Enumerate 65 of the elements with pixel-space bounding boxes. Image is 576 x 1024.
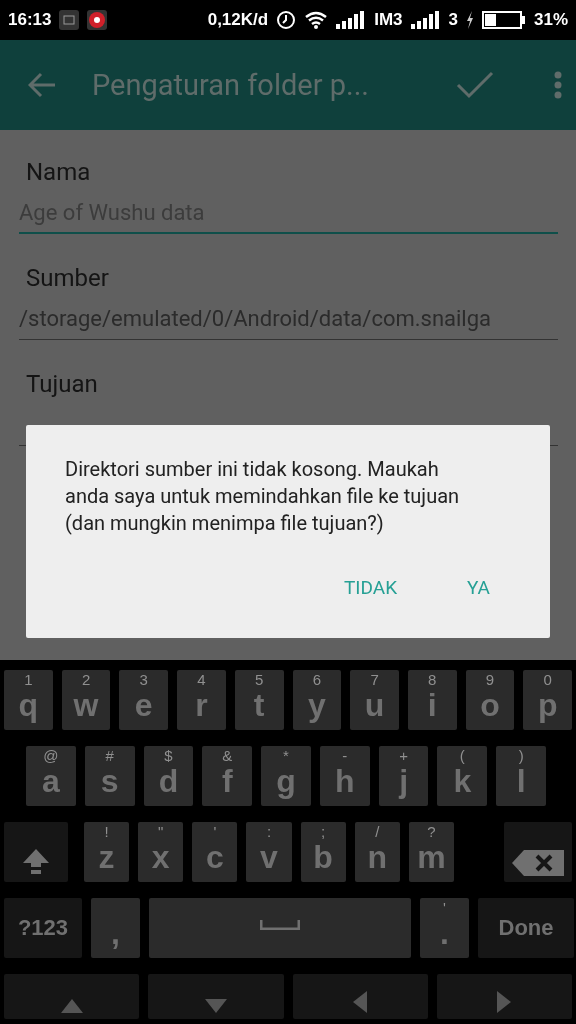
keyboard-key[interactable]: 7 u: [350, 670, 399, 730]
carrier-name: IM3: [374, 10, 403, 30]
keyboard-key[interactable]: ; b: [300, 822, 346, 882]
keyboard-key[interactable]: 3 e: [119, 670, 169, 730]
keyboard-key[interactable]: 2 w: [61, 670, 111, 730]
signal-icon: [410, 11, 441, 29]
keyboard-key[interactable]: [4, 822, 68, 882]
keyboard-key[interactable]: [148, 974, 284, 1019]
clock-time: 16:13: [8, 10, 52, 30]
keyboard-key[interactable]: ? m: [408, 822, 454, 882]
more-options-icon[interactable]: [554, 71, 562, 99]
checkmark-icon[interactable]: [456, 71, 494, 99]
keyboard-key[interactable]: ) l: [496, 746, 547, 806]
field-label: Tujuan: [26, 370, 99, 398]
keyboard-key[interactable]: / n: [354, 822, 400, 882]
field-label: Nama: [26, 158, 92, 186]
app-notification-icon: [87, 10, 108, 30]
keyboard-key[interactable]: * g: [261, 746, 311, 806]
up-arrow-icon: [60, 999, 83, 1013]
keyboard-key[interactable]: @ a: [26, 746, 76, 806]
carrier-name: 3: [448, 10, 458, 30]
keyboard-key[interactable]: 4 r: [177, 670, 226, 730]
keyboard-key[interactable]: 0 p: [523, 670, 573, 730]
down-arrow-icon: [204, 999, 227, 1013]
keyboard-key[interactable]: " x: [138, 822, 184, 882]
keyboard-key[interactable]: ,: [91, 898, 140, 958]
screen-title: Pengaturan folder p...: [92, 68, 370, 102]
field-label: Sumber: [26, 264, 110, 292]
dialog-message: Direktori sumber ini tidak kosong. Maukah anda saya untuk memindahkan file ke tujuan (dan mungkin menimpa file tujuan?): [65, 456, 461, 537]
keyboard-key[interactable]: $ d: [143, 746, 194, 806]
keyboard-key[interactable]: ' c: [192, 822, 238, 882]
keyboard-key[interactable]: & f: [202, 746, 253, 806]
keyboard-key[interactable]: - h: [319, 746, 370, 806]
keyboard-key[interactable]: ?123: [4, 898, 82, 958]
wifi-icon: [304, 11, 329, 29]
back-arrow-icon[interactable]: [28, 72, 56, 98]
keyboard-key[interactable]: [4, 974, 140, 1019]
keyboard-key[interactable]: : v: [246, 822, 292, 882]
dialog-button[interactable]: TIDAK: [333, 570, 408, 605]
keyboard-key[interactable]: ( k: [437, 746, 488, 806]
battery-percent: 31%: [533, 10, 568, 30]
dialog-button[interactable]: YA: [457, 570, 500, 605]
keyboard-key[interactable]: + j: [378, 746, 429, 806]
alarm-clock-icon: [276, 10, 297, 30]
space-icon: [260, 920, 300, 930]
keyboard-key[interactable]: ' .: [420, 898, 469, 958]
keyboard-key[interactable]: 8 i: [407, 670, 457, 730]
keyboard-key[interactable]: [292, 974, 428, 1019]
keyboard-key[interactable]: ! z: [84, 822, 130, 882]
keyboard-key[interactable]: 1 q: [4, 670, 53, 730]
app-notification-icon: [59, 10, 80, 30]
signal-icon: [336, 11, 367, 29]
keyboard-key[interactable]: 9 o: [465, 670, 515, 730]
data-rate: 0,12K/d: [207, 10, 269, 30]
keyboard-key[interactable]: [504, 822, 572, 882]
keyboard-key[interactable]: 5 t: [234, 670, 284, 730]
backspace-icon: [512, 850, 564, 876]
keyboard-key[interactable]: [436, 974, 572, 1019]
keyboard-key[interactable]: # s: [84, 746, 135, 806]
charging-icon: [465, 11, 474, 29]
right-arrow-icon: [497, 991, 512, 1013]
battery-icon: [481, 11, 526, 29]
keyboard-key[interactable]: 6 y: [292, 670, 342, 730]
keyboard-key[interactable]: Done: [478, 898, 574, 958]
left-arrow-icon: [353, 991, 368, 1013]
